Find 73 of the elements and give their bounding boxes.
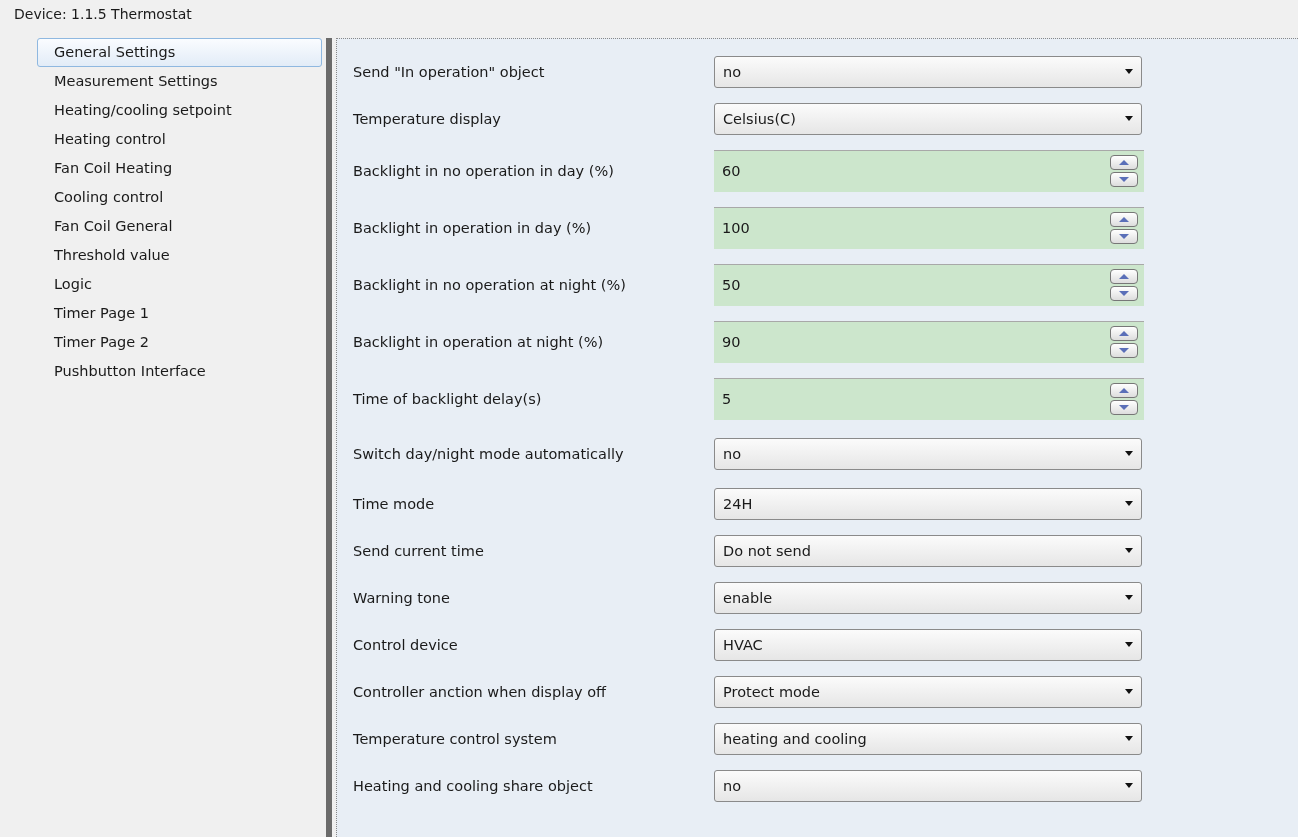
sidebar-item[interactable]: Pushbutton Interface (37, 357, 322, 386)
sidebar-item[interactable]: Logic (37, 270, 322, 299)
dropdown[interactable]: Protect mode (714, 675, 1142, 708)
parameter-label: Heating and cooling share object (353, 777, 594, 794)
parameter-label: Temperature control system (353, 730, 558, 747)
sidebar-item[interactable]: Timer Page 1 (37, 299, 322, 328)
dropdown[interactable]: enable (714, 581, 1142, 614)
caret-icon (1125, 595, 1133, 600)
parameter-label: Send current time (353, 542, 485, 559)
dropdown[interactable]: HVAC (714, 628, 1142, 661)
dropdown[interactable]: no (714, 55, 1142, 88)
up-arrow-icon (1119, 160, 1129, 165)
caret-icon (1125, 116, 1133, 121)
parameter-label: Backlight in no operation at night (%) (353, 276, 627, 293)
down-arrow-icon (1119, 348, 1129, 353)
decrement-button[interactable] (1110, 343, 1138, 358)
increment-button[interactable] (1110, 383, 1138, 398)
dropdown[interactable]: Do not send (714, 534, 1142, 567)
caret-icon (1125, 69, 1133, 74)
number-field[interactable]: 60 (714, 149, 1144, 192)
parameter-label: Backlight in operation at night (%) (353, 333, 605, 350)
parameter-label: Time of backlight delay(s) (353, 390, 543, 407)
number-field[interactable]: 100 (714, 206, 1144, 249)
caret-icon (1125, 501, 1133, 506)
sidebar-item[interactable]: Measurement Settings (37, 67, 322, 96)
window-title: Device: 1.1.5 Thermostat (13, 5, 193, 24)
sidebar-item[interactable]: Timer Page 2 (37, 328, 322, 357)
sidebar-item[interactable]: Heating control (37, 125, 322, 154)
caret-icon (1125, 736, 1133, 741)
increment-button[interactable] (1110, 155, 1138, 170)
decrement-button[interactable] (1110, 229, 1138, 244)
caret-icon (1125, 548, 1133, 553)
sidebar-item[interactable]: General Settings (37, 38, 322, 67)
down-arrow-icon (1119, 177, 1129, 182)
increment-button[interactable] (1110, 326, 1138, 341)
number-field[interactable]: 90 (714, 320, 1144, 363)
sidebar-item[interactable]: Threshold value (37, 241, 322, 270)
decrement-button[interactable] (1110, 400, 1138, 415)
dropdown[interactable]: 24H (714, 487, 1142, 520)
up-arrow-icon (1119, 274, 1129, 279)
sidebar-item[interactable]: Heating/cooling setpoint (37, 96, 322, 125)
parameter-label: Backlight in operation in day (%) (353, 219, 593, 236)
dropdown[interactable]: no (714, 437, 1142, 470)
decrement-button[interactable] (1110, 286, 1138, 301)
sidebar-item[interactable]: Fan Coil Heating (37, 154, 322, 183)
number-field[interactable]: 50 (714, 263, 1144, 306)
up-arrow-icon (1119, 217, 1129, 222)
caret-icon (1125, 642, 1133, 647)
down-arrow-icon (1119, 405, 1129, 410)
parameter-label: Send "In operation" object (353, 63, 546, 80)
parameter-label: Backlight in no operation in day (%) (353, 162, 615, 179)
decrement-button[interactable] (1110, 172, 1138, 187)
caret-icon (1125, 689, 1133, 694)
parameter-label: Switch day/night mode automatically (353, 445, 625, 462)
parameter-label: Controller anction when display off (353, 683, 608, 700)
down-arrow-icon (1119, 291, 1129, 296)
caret-icon (1125, 451, 1133, 456)
parameter-label: Control device (353, 636, 459, 653)
increment-button[interactable] (1110, 269, 1138, 284)
up-arrow-icon (1119, 331, 1129, 336)
parameter-label: Time mode (353, 495, 436, 512)
number-field[interactable]: 5 (714, 377, 1144, 420)
parameter-label: Temperature display (353, 110, 502, 127)
dropdown[interactable]: Celsius(C) (714, 102, 1142, 135)
dropdown[interactable]: no (714, 769, 1142, 802)
sidebar-item[interactable]: Cooling control (37, 183, 322, 212)
dropdown[interactable]: heating and cooling (714, 722, 1142, 755)
sidebar-item[interactable]: Fan Coil General (37, 212, 322, 241)
down-arrow-icon (1119, 234, 1129, 239)
parameter-label: Warning tone (353, 589, 451, 606)
caret-icon (1125, 783, 1133, 788)
up-arrow-icon (1119, 388, 1129, 393)
increment-button[interactable] (1110, 212, 1138, 227)
